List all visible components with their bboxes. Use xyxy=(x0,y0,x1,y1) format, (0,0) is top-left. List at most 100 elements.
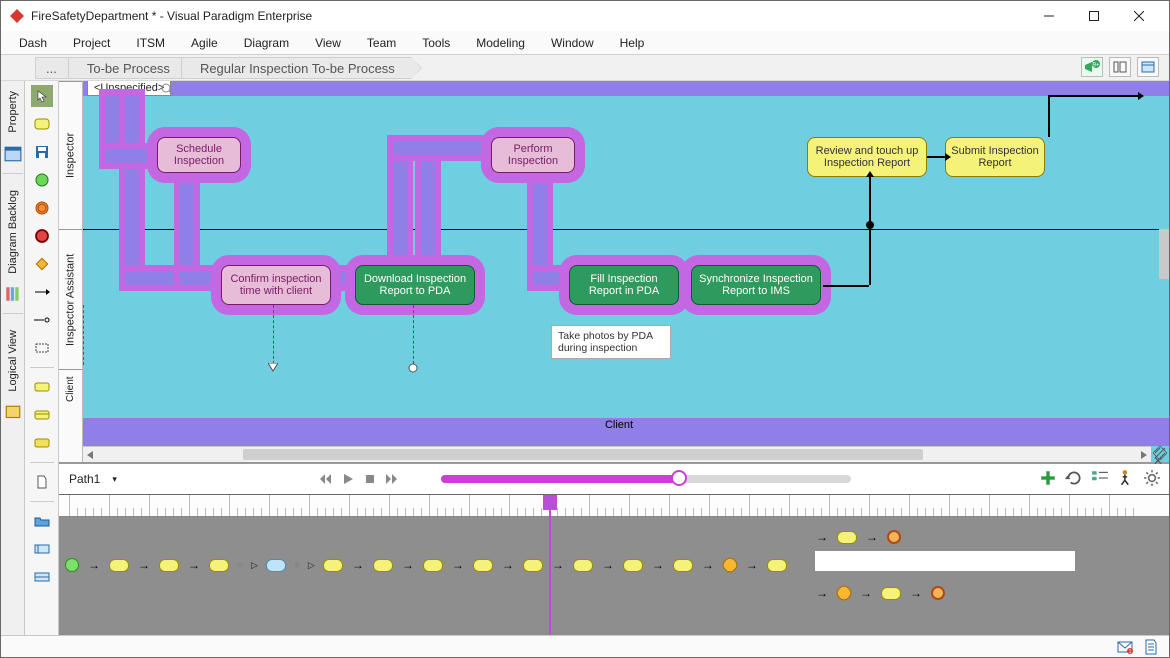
scrollbar-thumb[interactable] xyxy=(243,449,923,460)
app-icon xyxy=(9,8,25,24)
menu-itsm[interactable]: ITSM xyxy=(136,36,165,50)
menu-agile[interactable]: Agile xyxy=(191,36,218,50)
window-title: FireSafetyDepartment * - Visual Paradigm… xyxy=(31,9,312,23)
breadcrumb-2[interactable]: Regular Inspection To-be Process xyxy=(181,57,412,79)
progress-knob[interactable] xyxy=(671,470,687,486)
data-object-tool[interactable] xyxy=(31,471,53,493)
path-dropdown-caret[interactable]: ▾ xyxy=(112,474,117,485)
logical-icon xyxy=(4,404,22,422)
diagram-area[interactable]: Inspector Inspector Assistant Client Cli… xyxy=(59,81,1169,463)
menu-tools[interactable]: Tools xyxy=(422,36,450,50)
task-confirm[interactable]: Confirm inspection time with client xyxy=(221,265,331,305)
lane-assistant-label: Inspector Assistant xyxy=(59,229,82,369)
task-download[interactable]: Download Inspection Report to PDA xyxy=(355,265,475,305)
run-icon[interactable] xyxy=(1117,469,1135,487)
window-icon[interactable] xyxy=(1137,57,1159,77)
animation-close[interactable]: ✕ xyxy=(1153,454,1163,468)
menu-project[interactable]: Project xyxy=(73,36,110,50)
menu-dash[interactable]: Dash xyxy=(19,36,47,50)
refresh-icon[interactable] xyxy=(1065,469,1083,487)
title-bar: FireSafetyDepartment * - Visual Paradigm… xyxy=(1,1,1169,31)
menu-diagram[interactable]: Diagram xyxy=(244,36,289,50)
lane-tool[interactable] xyxy=(31,566,53,588)
timeline-selection xyxy=(815,551,1075,571)
forward-button[interactable] xyxy=(383,470,401,488)
sidetab-backlog[interactable]: Diagram Backlog xyxy=(7,184,19,280)
start-event-tool[interactable] xyxy=(31,169,53,191)
announce-icon[interactable]: 9+ xyxy=(1081,57,1103,77)
animation-path-label[interactable]: Path1 xyxy=(69,472,100,486)
menu-modeling[interactable]: Modeling xyxy=(476,36,525,50)
folder-tool[interactable] xyxy=(31,510,53,532)
svg-text:9+: 9+ xyxy=(1093,63,1100,69)
task-fill[interactable]: Fill Inspection Report in PDA xyxy=(569,265,679,305)
sidetab-property[interactable]: Property xyxy=(7,85,19,139)
menu-view[interactable]: View xyxy=(315,36,341,50)
timeline-ruler[interactable]: /* ticks drawn below via css only approx… xyxy=(59,495,1169,517)
annotation-note: Take photos by PDA during inspection xyxy=(551,325,671,359)
play-button[interactable] xyxy=(339,470,357,488)
minimize-button[interactable] xyxy=(1026,1,1071,31)
save-tool[interactable] xyxy=(31,141,53,163)
task-download-label: Download Inspection Report to PDA xyxy=(360,273,470,297)
lane-inspector-label: Inspector xyxy=(59,81,82,229)
task-schedule[interactable]: Schedule Inspection xyxy=(157,137,241,173)
close-button[interactable] xyxy=(1116,1,1161,31)
rewind-button[interactable] xyxy=(317,470,335,488)
maximize-button[interactable] xyxy=(1071,1,1116,31)
task-sync[interactable]: Synchronize Inspection Report to IMS xyxy=(691,265,821,305)
task-yellow-tool[interactable] xyxy=(31,432,53,454)
stop-button[interactable] xyxy=(361,470,379,488)
backlog-icon xyxy=(4,285,22,303)
marquee-tool[interactable] xyxy=(31,337,53,359)
menu-window[interactable]: Window xyxy=(551,36,594,50)
list-icon[interactable] xyxy=(1091,469,1109,487)
page-icon[interactable] xyxy=(1143,639,1159,655)
breadcrumb-1[interactable]: To-be Process xyxy=(68,57,187,79)
horizontal-scrollbar[interactable] xyxy=(83,446,1151,462)
association-tool[interactable] xyxy=(31,309,53,331)
task-fill-label: Fill Inspection Report in PDA xyxy=(574,273,674,297)
task-perform-label: Perform Inspection xyxy=(508,143,558,167)
vertical-scroll-hint[interactable] xyxy=(1159,229,1169,279)
animation-panel: ✕ Path1▾ xyxy=(59,463,1169,635)
property-icon xyxy=(4,145,22,163)
tool-palette xyxy=(25,81,59,635)
menu-help[interactable]: Help xyxy=(620,36,645,50)
task-review-label: Review and touch up Inspection Report xyxy=(812,145,922,169)
svg-text:1: 1 xyxy=(1129,649,1132,655)
lane-client-label: Client xyxy=(59,369,82,409)
subprocess-tool[interactable] xyxy=(31,376,53,398)
magnifier-icon[interactable] xyxy=(161,83,173,95)
status-bar: 1 xyxy=(1,635,1169,657)
timeline[interactable]: /* ticks drawn below via css only approx… xyxy=(59,494,1169,635)
diagram-surface[interactable]: Client <Unspecified> Schedule Inspect xyxy=(83,81,1169,462)
pool-tool[interactable] xyxy=(31,538,53,560)
arrow-icon: → xyxy=(815,530,829,544)
sidetab-logical[interactable]: Logical View xyxy=(7,324,19,398)
gateway-tool[interactable] xyxy=(31,253,53,275)
task-submit[interactable]: Submit Inspection Report xyxy=(945,137,1045,177)
breadcrumb-bar: ... To-be Process Regular Inspection To-… xyxy=(1,55,1169,81)
pool-header xyxy=(83,81,1169,96)
menu-team[interactable]: Team xyxy=(367,36,396,50)
sequence-flow-tool[interactable] xyxy=(31,281,53,303)
cursor-tool[interactable] xyxy=(31,85,53,107)
task-perform[interactable]: Perform Inspection xyxy=(491,137,575,173)
end-event-tool[interactable] xyxy=(31,225,53,247)
timeline-start[interactable] xyxy=(65,558,79,572)
task-sync-label: Synchronize Inspection Report to IMS xyxy=(696,273,816,297)
message-arrow-2 xyxy=(408,363,418,373)
progress-slider[interactable] xyxy=(441,475,851,483)
lane-label-column: Inspector Inspector Assistant Client xyxy=(59,81,83,462)
layout-icon[interactable] xyxy=(1109,57,1131,77)
intermediate-event-tool[interactable] xyxy=(31,197,53,219)
note-tool[interactable] xyxy=(31,113,53,135)
add-path-icon[interactable] xyxy=(1039,469,1057,487)
pool-client-lane: Client xyxy=(83,418,1169,446)
unspecified-chip[interactable]: <Unspecified> xyxy=(87,81,171,96)
call-activity-tool[interactable] xyxy=(31,404,53,426)
mail-icon[interactable]: 1 xyxy=(1117,639,1133,655)
task-submit-label: Submit Inspection Report xyxy=(950,145,1040,169)
settings-icon[interactable] xyxy=(1143,469,1161,487)
